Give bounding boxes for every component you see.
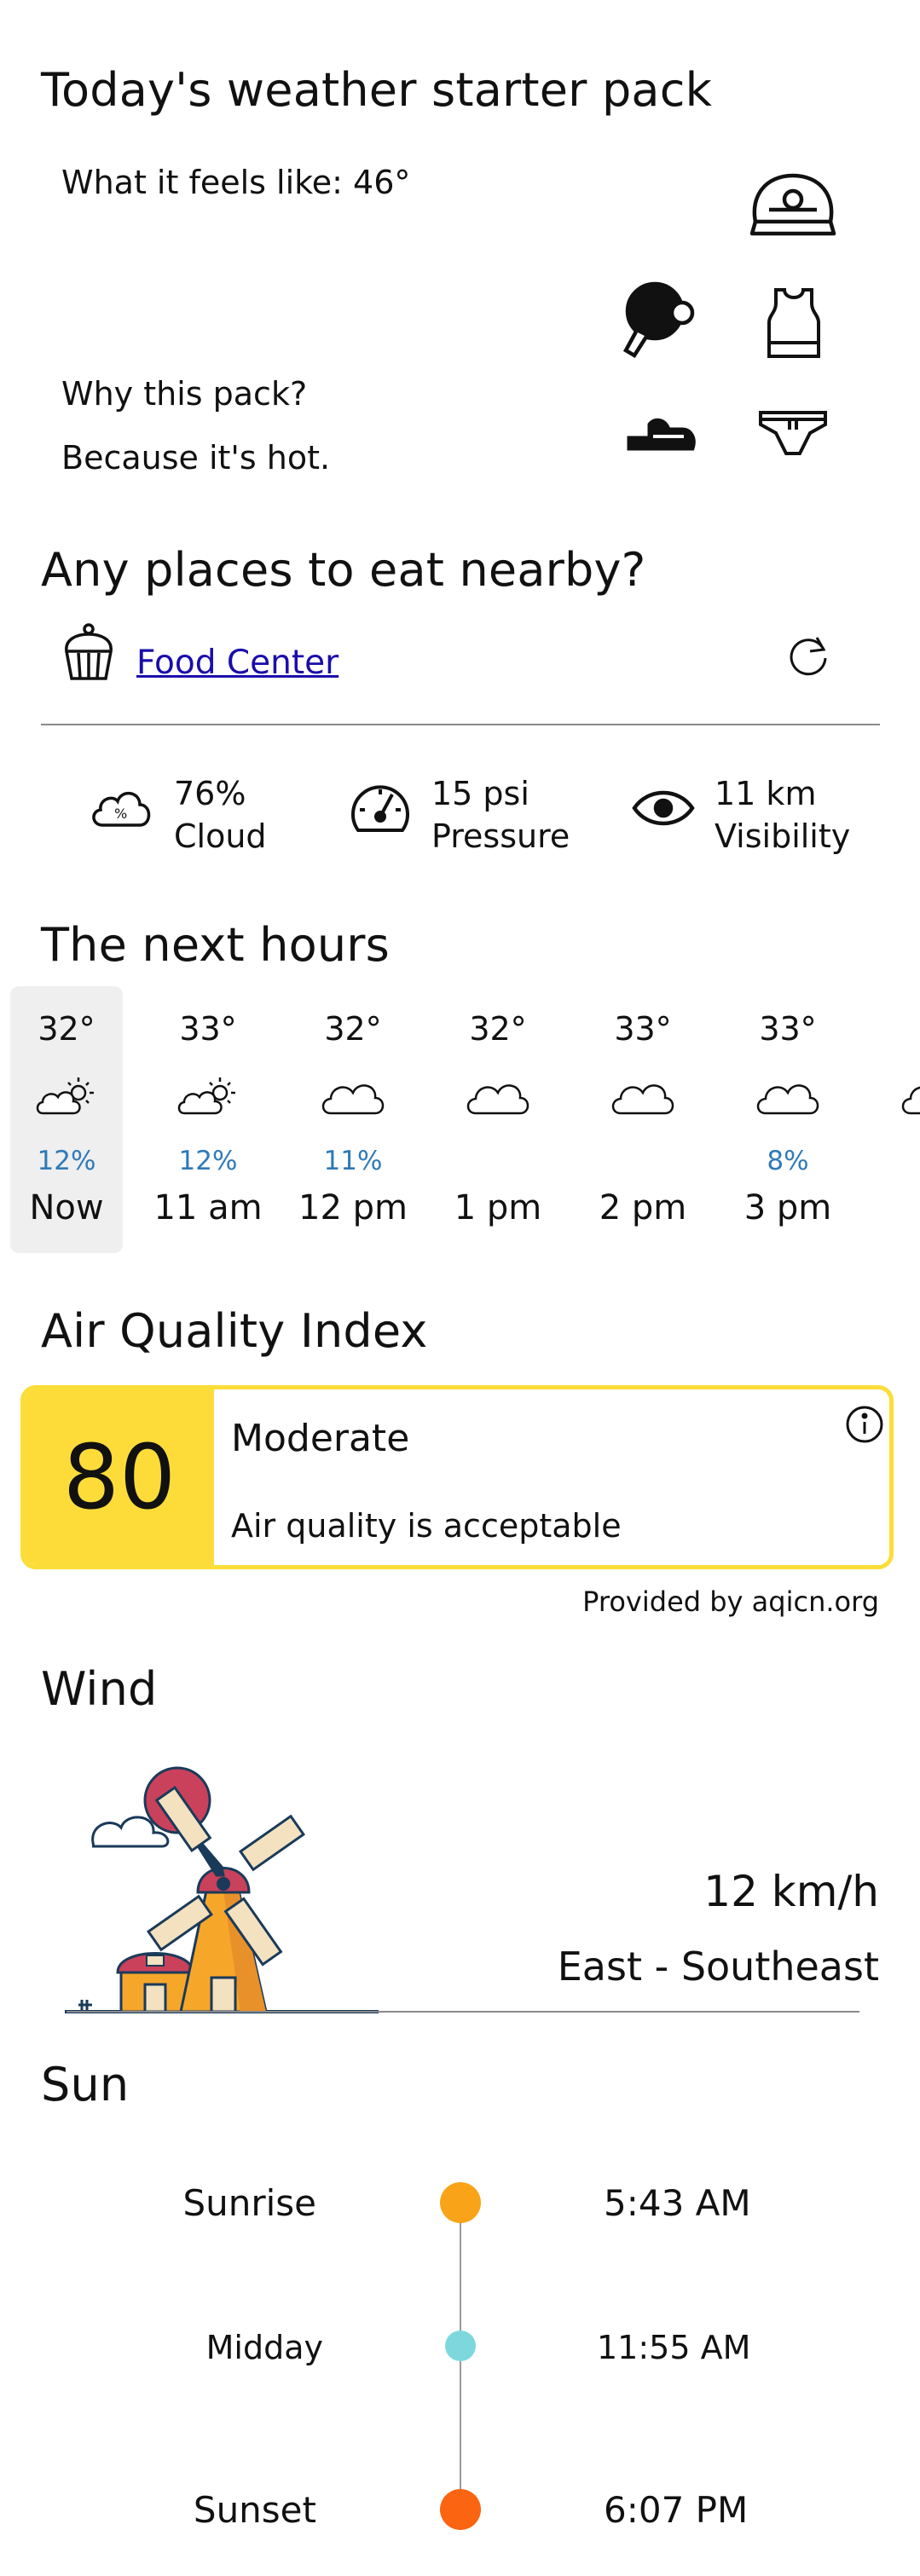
hour-item[interactable]: 33° 2 pm	[587, 986, 699, 1253]
wind-title: Wind	[41, 1662, 158, 1716]
aqi-description: Air quality is acceptable	[231, 1507, 622, 1545]
hour-item[interactable]: 32° 1 pm	[442, 986, 554, 1253]
wind-direction: East - Southeast	[557, 1944, 879, 1990]
cupcake-icon	[61, 622, 116, 682]
hourly-title: The next hours	[41, 918, 391, 972]
cap-icon	[749, 170, 837, 240]
cloud-label: Cloud	[174, 817, 267, 855]
cloud-icon	[899, 1074, 920, 1118]
sunrise-time: 5:43 AM	[604, 2182, 751, 2224]
hourly-forecast[interactable]: 32° 12% Now 33° 12% 11 am 32° 11% 12 pm …	[10, 986, 920, 1253]
gauge-icon	[348, 779, 413, 839]
wind-speed: 12 km/h	[703, 1867, 879, 1916]
cloud-value: 76%	[174, 775, 246, 812]
hour-item[interactable]: 33° 8% 3 pm	[732, 986, 844, 1253]
aqi-value: 80	[25, 1389, 214, 1565]
midday-label: Midday	[205, 2329, 323, 2366]
cloud-icon	[464, 1074, 532, 1118]
sunset-time: 6:07 PM	[604, 2489, 749, 2531]
hour-precip: 12%	[37, 1146, 96, 1176]
hour-temp: 33°	[759, 1010, 817, 1048]
feels-like-text: What it feels like: 46°	[61, 164, 411, 201]
midday-time: 11:55 AM	[597, 2329, 751, 2366]
visibility-value: 11 km	[715, 775, 817, 812]
sunrise-dot	[440, 2182, 481, 2223]
aqi-level: Moderate	[231, 1417, 410, 1460]
info-icon[interactable]	[845, 1405, 884, 1444]
cloud-icon	[754, 1074, 822, 1118]
hour-temp: 32°	[324, 1010, 382, 1048]
why-pack-title: Why this pack?	[61, 375, 308, 413]
partly-cloudy-icon	[176, 1074, 240, 1118]
hour-precip: 8%	[767, 1146, 809, 1176]
sun-title: Sun	[41, 2058, 130, 2111]
refresh-icon[interactable]	[784, 631, 832, 679]
hour-precip: 1	[877, 1146, 920, 1176]
hour-time: 3 pm	[744, 1188, 832, 1227]
pressure-label: Pressure	[431, 817, 570, 855]
hour-temp: 3	[877, 1010, 920, 1048]
sunset-label: Sunset	[193, 2489, 316, 2531]
why-pack-reason: Because it's hot.	[61, 439, 331, 477]
hour-time: 2 pm	[599, 1188, 687, 1227]
cloud-icon	[609, 1074, 677, 1118]
starter-pack-title: Today's weather starter pack	[41, 63, 713, 117]
cloud-percent-icon: %	[89, 783, 153, 830]
sunset-dot	[440, 2489, 481, 2530]
ping-pong-paddle-icon	[621, 279, 697, 359]
hour-temp: 32°	[469, 1010, 527, 1048]
food-divider	[41, 724, 880, 725]
hour-precip: 12%	[178, 1146, 238, 1176]
svg-text:%: %	[114, 806, 127, 822]
hour-temp: 32°	[38, 1010, 95, 1048]
hour-item-partial[interactable]: 3 1 4	[877, 986, 920, 1253]
sandal-icon	[624, 413, 697, 453]
cloud-icon	[319, 1074, 387, 1118]
aqi-provider: Provided by aqicn.org	[582, 1585, 879, 1618]
hour-item[interactable]: 32° 11% 12 pm	[297, 986, 409, 1253]
hour-time: 4	[877, 1188, 920, 1227]
hour-temp: 33°	[614, 1010, 672, 1048]
windmill-illustration	[61, 1765, 385, 2020]
food-section-title: Any places to eat nearby?	[41, 543, 646, 597]
hour-time: 11 am	[153, 1188, 263, 1227]
hour-time: 1 pm	[454, 1188, 542, 1227]
pressure-value: 15 psi	[431, 775, 529, 812]
hour-item-now[interactable]: 32° 12% Now	[10, 986, 123, 1253]
midday-dot	[445, 2331, 476, 2361]
swim-briefs-icon	[757, 407, 829, 459]
sunrise-label: Sunrise	[182, 2182, 316, 2224]
hour-time: 12 pm	[298, 1188, 408, 1227]
aqi-title: Air Quality Index	[41, 1304, 428, 1358]
tank-top-icon	[764, 286, 824, 360]
wind-ground-line	[67, 2011, 859, 2013]
partly-cloudy-icon	[34, 1074, 99, 1118]
eye-icon	[631, 786, 696, 830]
food-place-link[interactable]: Food Center	[136, 644, 338, 682]
hour-item[interactable]: 33° 12% 11 am	[152, 986, 264, 1253]
hour-time: Now	[29, 1188, 104, 1227]
hour-temp: 33°	[179, 1010, 237, 1048]
aqi-card[interactable]: 80 Moderate Air quality is acceptable	[20, 1385, 894, 1569]
visibility-label: Visibility	[715, 817, 851, 855]
hour-precip: 11%	[323, 1146, 383, 1176]
